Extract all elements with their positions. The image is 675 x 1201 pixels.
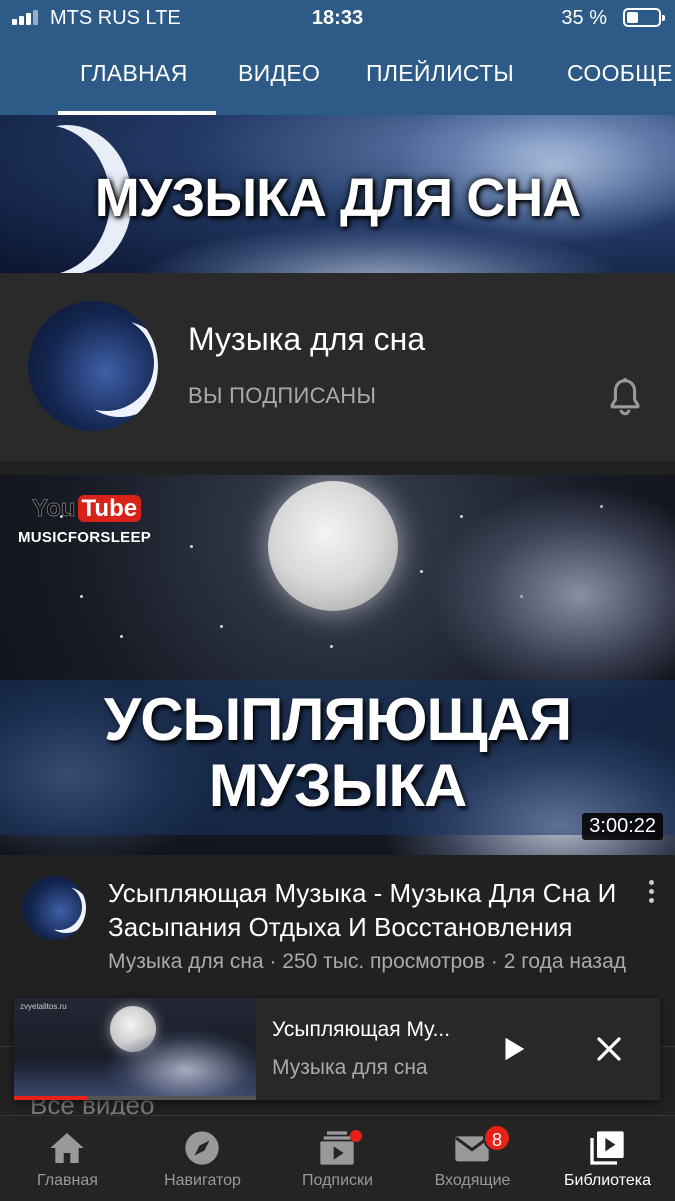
status-bar: MTS RUS LTE 18:33 35 % [0,0,675,38]
more-options-icon[interactable] [644,880,658,910]
tab-community[interactable]: СООБЩЕ [567,60,673,87]
battery-percent: 35 % [561,7,607,29]
channel-banner: МУЗЫКА ДЛЯ СНА [0,115,675,273]
new-content-dot [350,1130,362,1142]
channel-info: Музыка для сна ВЫ ПОДПИСАНЫ [0,273,675,461]
play-icon[interactable] [498,1034,528,1064]
library-icon [590,1131,624,1165]
nav-explore[interactable]: Навигатор [135,1116,270,1201]
tab-videos[interactable]: ВИДЕО [238,60,320,87]
nav-home-label: Главная [37,1172,98,1189]
mini-player[interactable]: zvyetalitos.ru Усыпляющая Му... Музыка д… [14,998,660,1100]
video-channel-avatar[interactable] [22,876,86,940]
nav-inbox-label: Входящие [434,1172,511,1189]
video-thumbnail[interactable]: You Tube MUSICFORSLEEP УСЫПЛЯЮЩАЯ МУЗЫКА … [0,475,675,855]
nav-home[interactable]: Главная [0,1116,135,1201]
mini-player-channel: Музыка для сна [272,1056,428,1079]
nav-subscriptions[interactable]: Подписки [270,1116,405,1201]
banner-title: МУЗЫКА ДЛЯ СНА [94,168,581,228]
video-duration: 3:00:22 [582,813,663,840]
full-moon-image [268,481,398,611]
battery-icon [623,8,665,27]
thumbnail-title: УСЫПЛЯЮЩАЯ МУЗЫКА [103,686,572,819]
home-icon [50,1133,84,1163]
bell-icon[interactable] [602,375,648,421]
tab-home[interactable]: ГЛАВНАЯ [80,60,188,87]
thumbnail-channel-watermark: MUSICFORSLEEP [18,529,152,546]
close-icon[interactable] [594,1034,624,1064]
mini-player-progress [14,1096,256,1100]
video-meta: Музыка для сна · 250 тыс. просмотров · 2… [108,950,626,973]
nav-explore-label: Навигатор [164,1172,241,1189]
tab-playlists[interactable]: ПЛЕЙЛИСТЫ [366,60,514,87]
nav-subscriptions-label: Подписки [302,1172,373,1189]
inbox-badge: 8 [483,1124,511,1152]
subscribed-button[interactable]: ВЫ ПОДПИСАНЫ [188,383,376,409]
nav-library-label: Библиотека [564,1172,651,1189]
mini-player-title[interactable]: Усыпляющая Му... [272,1018,450,1042]
channel-name[interactable]: Музыка для сна [188,321,425,358]
video-title[interactable]: Усыпляющая Музыка - Музыка Для Сна И Зас… [108,876,628,944]
nav-inbox[interactable]: 8 Входящие [405,1116,540,1201]
channel-header-bar: MTS RUS LTE 18:33 35 % ГЛАВНАЯ ВИДЕО ПЛЕ… [0,0,675,115]
channel-avatar[interactable] [28,301,158,431]
mini-player-thumbnail[interactable]: zvyetalitos.ru [14,998,256,1100]
mini-player-watermark: zvyetalitos.ru [20,1002,67,1011]
compass-icon [185,1131,219,1165]
bottom-navigation: Главная Навигатор Подписки 8 Входящие Би… [0,1115,675,1201]
youtube-logo: You Tube [32,495,142,523]
channel-tabs: ГЛАВНАЯ ВИДЕО ПЛЕЙЛИСТЫ СООБЩЕ [0,40,675,115]
nav-library[interactable]: Библиотека [540,1116,675,1201]
